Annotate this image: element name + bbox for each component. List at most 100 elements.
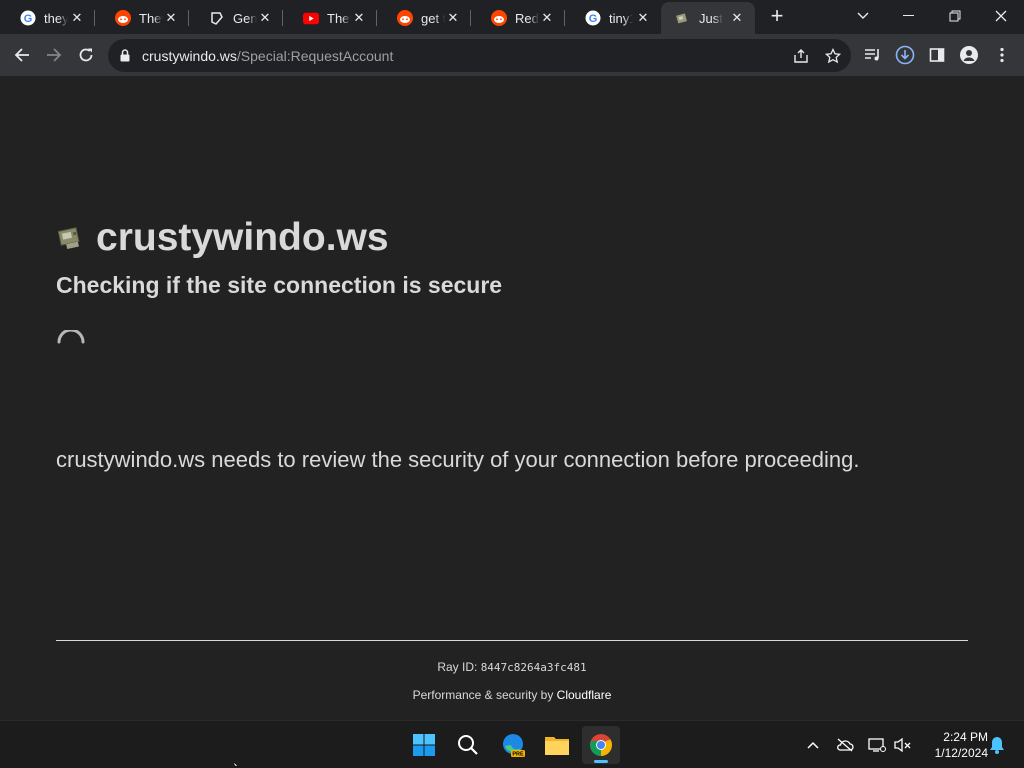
site-header: crustywindo.ws xyxy=(56,215,389,261)
performance-label: Performance & security by xyxy=(412,688,557,702)
close-tab-icon[interactable]: ✕ xyxy=(257,10,273,26)
folder-icon xyxy=(545,737,569,755)
reddit-icon xyxy=(115,10,131,26)
file-explorer-button[interactable] xyxy=(538,726,576,764)
url-text[interactable]: crustywindo.ws/Special:RequestAccount xyxy=(142,48,393,64)
tab-title: Reddi xyxy=(515,10,539,26)
tab-title: They' xyxy=(139,10,163,26)
volume-button[interactable] xyxy=(892,733,914,757)
taskbar: PRE 2:24 PM 1/12/2024 xyxy=(0,720,1024,768)
bookmark-star-icon[interactable] xyxy=(822,45,844,67)
share-icon[interactable] xyxy=(790,45,812,67)
tab[interactable]: get th ✕ xyxy=(377,2,471,34)
tab-active[interactable]: Just a ✕ xyxy=(661,2,755,34)
security-message: crustywindo.ws needs to review the secur… xyxy=(56,447,860,472)
profile-button[interactable] xyxy=(954,40,984,70)
arrow-left-icon xyxy=(14,48,29,62)
address-bar[interactable]: crustywindo.ws/Special:RequestAccount xyxy=(108,39,851,72)
site-logo-icon xyxy=(57,227,80,250)
svg-text:G: G xyxy=(589,13,598,25)
onedrive-button[interactable] xyxy=(834,733,856,757)
back-button[interactable] xyxy=(7,40,37,70)
performance-line: Performance & security by Cloudflare xyxy=(0,688,1024,702)
tab-strip: G they w ✕ They' ✕ Gene ✕ They' ✕ get th… xyxy=(0,0,1024,34)
tab[interactable]: G tiny1 ✕ xyxy=(565,2,661,34)
network-icon xyxy=(868,738,886,752)
close-tab-icon[interactable]: ✕ xyxy=(729,10,745,26)
tab[interactable]: Reddi ✕ xyxy=(471,2,565,34)
forward-button[interactable] xyxy=(39,40,69,70)
new-tab-button[interactable]: + xyxy=(765,5,789,29)
chrome-button[interactable] xyxy=(582,726,620,764)
show-hidden-icons-button[interactable] xyxy=(802,733,824,757)
crustywindows-icon xyxy=(675,10,691,26)
clock-date: 1/12/2024 xyxy=(934,746,988,760)
chevron-up-icon xyxy=(807,741,819,749)
start-button[interactable] xyxy=(405,726,443,764)
clock[interactable]: 2:24 PM 1/12/2024 xyxy=(918,729,988,761)
page-content: crustywindo.ws Checking if the site conn… xyxy=(0,77,1024,720)
minimize-button[interactable] xyxy=(886,0,932,32)
search-icon xyxy=(458,735,478,755)
download-icon xyxy=(895,45,915,65)
bell-icon xyxy=(990,737,1004,754)
reload-icon xyxy=(79,48,93,62)
close-tab-icon[interactable]: ✕ xyxy=(445,10,461,26)
edge-pre-icon: PRE xyxy=(503,734,525,758)
menu-button[interactable] xyxy=(987,40,1017,70)
tab[interactable]: G they w ✕ xyxy=(0,2,95,34)
google-icon: G xyxy=(20,10,36,26)
media-controls-button[interactable] xyxy=(858,40,888,70)
ray-id-label: Ray ID: xyxy=(437,660,481,674)
edge-beta-button[interactable]: PRE xyxy=(494,726,532,764)
url-host: crustywindo.ws xyxy=(142,48,237,64)
tab-title: tiny1 xyxy=(609,10,633,26)
active-indicator xyxy=(594,760,608,763)
close-tab-icon[interactable]: ✕ xyxy=(539,10,555,26)
close-icon xyxy=(995,10,1007,22)
downloads-button[interactable] xyxy=(890,40,920,70)
tab[interactable]: They' ✕ xyxy=(95,2,189,34)
reload-button[interactable] xyxy=(71,40,101,70)
generic-site-icon xyxy=(209,10,225,26)
cloud-off-icon xyxy=(837,738,854,752)
close-tab-icon[interactable]: ✕ xyxy=(635,10,651,26)
tab-title: They' xyxy=(327,10,351,26)
mouse-cursor-icon xyxy=(233,762,239,767)
reddit-icon xyxy=(397,10,413,26)
side-panel-button[interactable] xyxy=(922,40,952,70)
tab-search-button[interactable] xyxy=(840,0,886,32)
close-window-button[interactable] xyxy=(978,0,1024,32)
tab-title: Gene xyxy=(233,10,257,26)
tab-title: get th xyxy=(421,10,445,26)
close-tab-icon[interactable]: ✕ xyxy=(69,10,85,26)
restore-icon xyxy=(949,10,961,22)
windows-logo-icon xyxy=(413,734,435,756)
page-heading: Checking if the site connection is secur… xyxy=(56,272,503,298)
minimize-icon xyxy=(903,15,914,16)
notifications-button[interactable] xyxy=(986,733,1008,757)
restore-button[interactable] xyxy=(932,0,978,32)
network-button[interactable] xyxy=(866,733,888,757)
svg-text:PRE: PRE xyxy=(512,752,524,758)
cloudflare-link[interactable]: Cloudflare xyxy=(557,688,612,702)
close-tab-icon[interactable]: ✕ xyxy=(163,10,179,26)
profile-icon xyxy=(960,46,978,64)
close-tab-icon[interactable]: ✕ xyxy=(351,10,367,26)
clock-time: 2:24 PM xyxy=(943,730,988,744)
playlist-music-icon xyxy=(865,49,879,61)
side-panel-icon xyxy=(929,48,945,62)
url-path: /Special:RequestAccount xyxy=(236,48,394,64)
browser-toolbar: crustywindo.ws/Special:RequestAccount xyxy=(0,34,1024,77)
tab-title: they w xyxy=(44,10,68,26)
tab[interactable]: Gene ✕ xyxy=(189,2,283,34)
tab-title: Just a xyxy=(699,10,723,26)
search-button[interactable] xyxy=(449,726,487,764)
ray-id-value: 8447c8264a3fc481 xyxy=(480,661,587,674)
ray-id-line: Ray ID: 8447c8264a3fc481 xyxy=(0,660,1024,674)
youtube-icon xyxy=(303,10,319,26)
footer-divider xyxy=(56,640,968,641)
arrow-right-icon xyxy=(47,48,62,62)
lock-icon[interactable] xyxy=(120,49,130,67)
tab[interactable]: They' ✕ xyxy=(283,2,377,34)
